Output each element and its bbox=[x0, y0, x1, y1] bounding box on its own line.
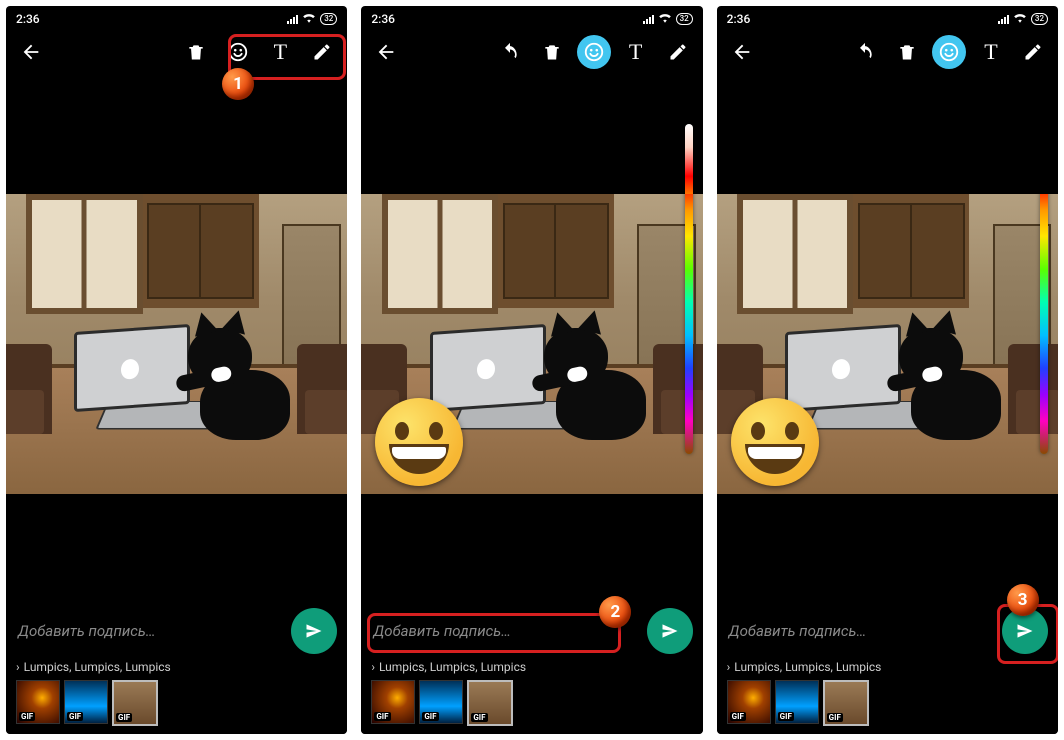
thumb-2[interactable]: GIF bbox=[64, 680, 108, 724]
delete-button[interactable] bbox=[890, 35, 924, 69]
back-button[interactable] bbox=[369, 35, 403, 69]
draw-button[interactable] bbox=[305, 35, 339, 69]
status-bar: 2:36 32 bbox=[6, 6, 347, 30]
thumb-3-selected[interactable]: GIF bbox=[467, 680, 513, 726]
screenshot-3: 2:36 32 bbox=[717, 6, 1058, 734]
text-button[interactable]: T bbox=[974, 35, 1008, 69]
chevron-right-icon: › bbox=[727, 660, 731, 674]
battery-indicator: 32 bbox=[1031, 13, 1048, 25]
cell-signal-icon bbox=[643, 14, 654, 24]
media-preview[interactable] bbox=[6, 194, 347, 494]
attachment-thumbs: GIF GIF GIF bbox=[16, 680, 337, 726]
delete-button[interactable] bbox=[179, 35, 213, 69]
status-indicators: 32 bbox=[998, 12, 1048, 26]
editor-content: Добавить подпись… › Lumpics, Lumpics, Lu… bbox=[361, 74, 702, 734]
media-preview[interactable] bbox=[717, 194, 1058, 494]
wifi-icon bbox=[302, 12, 316, 26]
send-button[interactable] bbox=[291, 608, 337, 654]
thumb-2[interactable]: GIF bbox=[775, 680, 819, 724]
editor-toolbar: T bbox=[361, 30, 702, 74]
send-button[interactable] bbox=[1002, 608, 1048, 654]
chevron-right-icon: › bbox=[16, 660, 20, 674]
color-slider[interactable] bbox=[685, 194, 693, 454]
back-button[interactable] bbox=[725, 35, 759, 69]
undo-button[interactable] bbox=[848, 35, 882, 69]
recipients-text: Lumpics, Lumpics, Lumpics bbox=[734, 660, 881, 674]
text-button[interactable]: T bbox=[263, 35, 297, 69]
thumb-1[interactable]: GIF bbox=[727, 680, 771, 724]
recipients-text: Lumpics, Lumpics, Lumpics bbox=[379, 660, 526, 674]
emoji-button[interactable] bbox=[221, 35, 255, 69]
wifi-icon bbox=[1013, 12, 1027, 26]
cat-graphic bbox=[901, 322, 1021, 440]
cell-signal-icon bbox=[287, 14, 298, 24]
status-indicators: 32 bbox=[643, 12, 693, 26]
tutorial-triptych: 2:36 32 bbox=[0, 0, 1064, 740]
editor-content: Добавить подпись… › Lumpics, Lumpics, Lu… bbox=[717, 74, 1058, 734]
status-indicators: 32 bbox=[287, 12, 337, 26]
screenshot-1: 2:36 32 bbox=[6, 6, 347, 734]
thumb-2[interactable]: GIF bbox=[419, 680, 463, 724]
status-bar: 2:36 32 bbox=[361, 6, 702, 30]
back-button[interactable] bbox=[14, 35, 48, 69]
emoji-sticker[interactable] bbox=[375, 398, 463, 486]
cell-signal-icon bbox=[998, 14, 1009, 24]
caption-input[interactable]: Добавить подпись… bbox=[727, 616, 992, 646]
editor-toolbar: T bbox=[6, 30, 347, 74]
thumb-3-selected[interactable]: GIF bbox=[823, 680, 869, 726]
send-button[interactable] bbox=[647, 608, 693, 654]
recipients-row[interactable]: › Lumpics, Lumpics, Lumpics bbox=[16, 660, 337, 674]
chevron-right-icon: › bbox=[371, 660, 375, 674]
battery-indicator: 32 bbox=[320, 13, 337, 25]
editor-content: Добавить подпись… › Lumpics, Lumpics, Lu… bbox=[6, 74, 347, 734]
emoji-button-active[interactable] bbox=[577, 35, 611, 69]
thumb-1[interactable]: GIF bbox=[371, 680, 415, 724]
recipients-row[interactable]: › Lumpics, Lumpics, Lumpics bbox=[727, 660, 1048, 674]
status-time: 2:36 bbox=[727, 12, 751, 26]
caption-input[interactable]: Добавить подпись… bbox=[371, 616, 636, 646]
status-bar: 2:36 32 bbox=[717, 6, 1058, 30]
thumb-3-selected[interactable]: GIF bbox=[112, 680, 158, 726]
battery-indicator: 32 bbox=[676, 13, 693, 25]
editor-toolbar: T bbox=[717, 30, 1058, 74]
cat-graphic bbox=[190, 322, 310, 440]
attachment-thumbs: GIF GIF GIF bbox=[727, 680, 1048, 726]
draw-button[interactable] bbox=[1016, 35, 1050, 69]
emoji-sticker[interactable] bbox=[731, 398, 819, 486]
screenshot-2: 2:36 32 bbox=[361, 6, 702, 734]
thumb-1[interactable]: GIF bbox=[16, 680, 60, 724]
cat-graphic bbox=[546, 322, 666, 440]
media-preview[interactable] bbox=[361, 194, 702, 494]
color-slider[interactable] bbox=[1040, 194, 1048, 454]
status-time: 2:36 bbox=[371, 12, 395, 26]
emoji-button-active[interactable] bbox=[932, 35, 966, 69]
delete-button[interactable] bbox=[535, 35, 569, 69]
draw-button[interactable] bbox=[661, 35, 695, 69]
status-time: 2:36 bbox=[16, 12, 40, 26]
text-button[interactable]: T bbox=[619, 35, 653, 69]
undo-button[interactable] bbox=[493, 35, 527, 69]
caption-input[interactable]: Добавить подпись… bbox=[16, 616, 281, 646]
attachment-thumbs: GIF GIF GIF bbox=[371, 680, 692, 726]
recipients-row[interactable]: › Lumpics, Lumpics, Lumpics bbox=[371, 660, 692, 674]
wifi-icon bbox=[658, 12, 672, 26]
recipients-text: Lumpics, Lumpics, Lumpics bbox=[24, 660, 171, 674]
